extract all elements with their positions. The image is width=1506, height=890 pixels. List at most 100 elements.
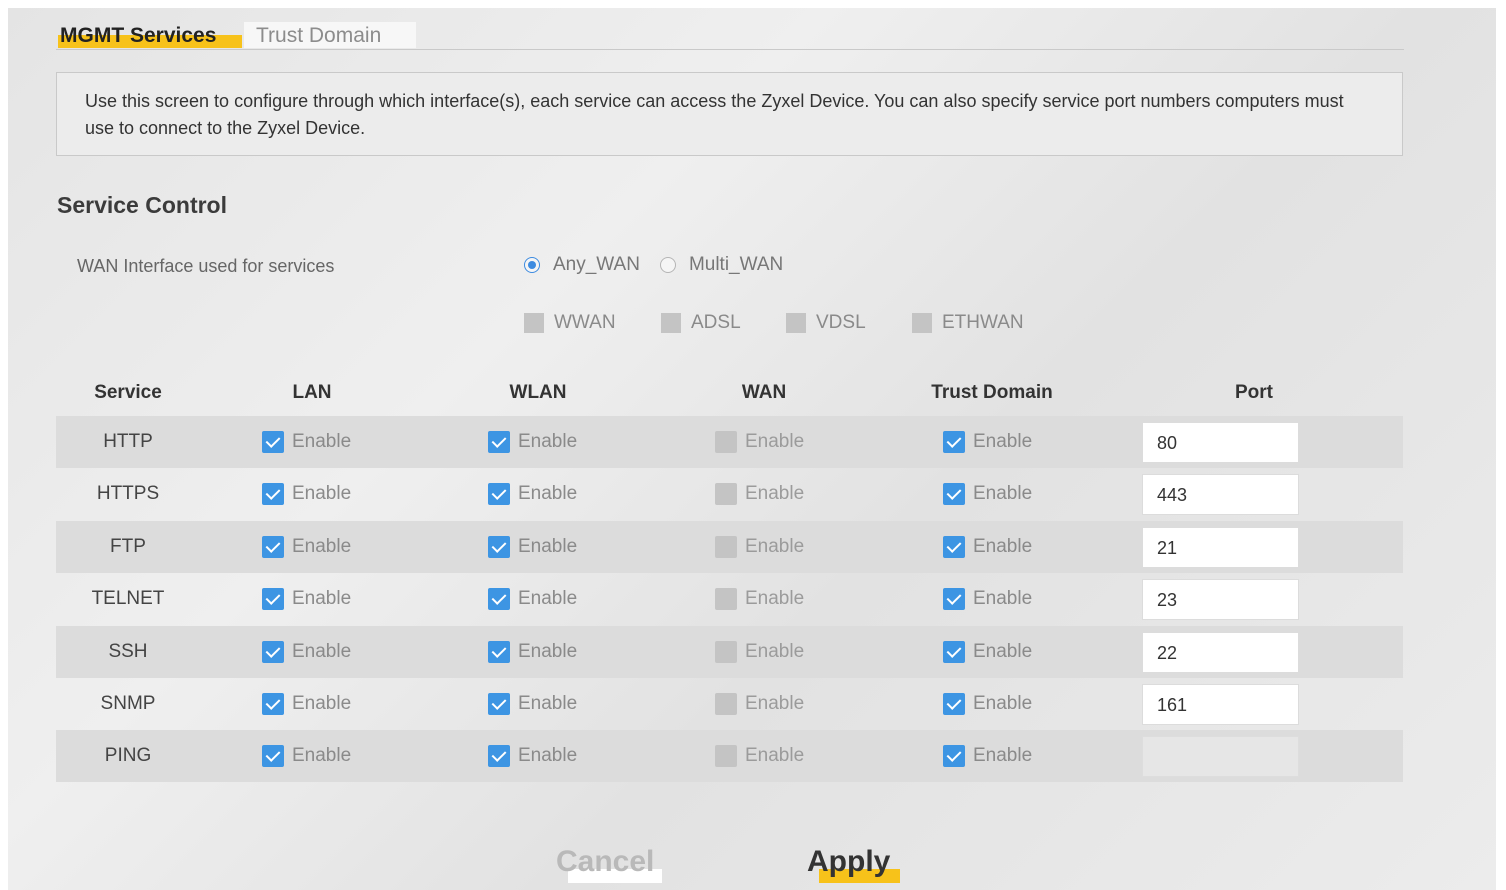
lan-enable[interactable]: Enable (262, 745, 352, 768)
trust-enable-checkbox[interactable] (943, 535, 965, 558)
port-input[interactable]: 22 (1142, 631, 1299, 673)
section-title: Service Control (57, 192, 227, 218)
header-trust-domain: Trust Domain (931, 382, 1053, 403)
cancel-button[interactable]: Cancel (556, 842, 663, 883)
lan-enable-checkbox[interactable] (262, 588, 284, 611)
table-row: TELNET Enable Enable Enable Enable 23 (56, 573, 1403, 625)
apply-button-label: Apply (807, 845, 891, 878)
lan-enable[interactable]: Enable (262, 693, 351, 715)
lan-enable[interactable]: Enable (262, 588, 351, 611)
trust-enable[interactable]: Enable (943, 588, 1033, 611)
lan-enable[interactable]: Enable (262, 535, 351, 558)
trust-enable[interactable]: Enable (943, 693, 1032, 715)
table-row: HTTP Enable Enable Enable Enable 80 (56, 416, 1403, 468)
port-input[interactable]: 21 (1142, 526, 1299, 568)
lan-enable-checkbox[interactable] (262, 535, 284, 558)
wan-type-wwan[interactable]: WWAN (524, 312, 616, 334)
wlan-enable-checkbox[interactable] (488, 431, 510, 453)
wlan-enable-checkbox[interactable] (488, 535, 510, 558)
header-port: Port (1235, 382, 1273, 403)
trust-enable[interactable]: Enable (943, 745, 1033, 768)
lan-enable-checkbox[interactable] (262, 483, 284, 506)
wlan-enable[interactable]: Enable (488, 745, 577, 768)
description-text: Use this screen to configure through whi… (85, 91, 1344, 138)
port-input[interactable]: 443 (1142, 474, 1299, 516)
wlan-enable[interactable]: Enable (488, 588, 578, 611)
lan-enable-checkbox[interactable] (262, 693, 284, 715)
wlan-enable-checkbox[interactable] (488, 640, 510, 663)
apply-button[interactable]: Apply (807, 842, 901, 883)
wwan-checkbox[interactable] (524, 313, 544, 333)
trust-enable-checkbox[interactable] (943, 640, 965, 663)
wlan-enable[interactable]: Enable (488, 693, 577, 715)
radio-multi-wan[interactable] (659, 257, 676, 273)
wan-enable: Enable (715, 693, 804, 715)
wan-interface-radio-group: Any_WAN Multi_WAN (524, 254, 783, 276)
enable-label: Enable (292, 745, 352, 767)
table-row: SSH Enable Enable Enable Enable 22 (56, 625, 1403, 678)
trust-enable[interactable]: Enable (943, 640, 1032, 663)
enable-label: Enable (745, 640, 805, 662)
wlan-enable[interactable]: Enable (488, 483, 577, 506)
wan-enable-checkbox (715, 535, 737, 558)
adsl-checkbox[interactable] (661, 313, 681, 333)
wan-type-ethwan[interactable]: ETHWAN (912, 312, 1024, 334)
lan-enable[interactable]: Enable (262, 431, 351, 453)
lan-enable-checkbox[interactable] (262, 745, 284, 768)
vdsl-checkbox[interactable] (786, 313, 806, 333)
port-input[interactable]: 80 (1142, 422, 1299, 463)
wan-type-vdsl[interactable]: VDSL (786, 312, 866, 334)
wlan-enable-checkbox[interactable] (488, 745, 510, 768)
enable-label: Enable (973, 745, 1033, 767)
lan-enable-checkbox[interactable] (262, 640, 284, 663)
trust-enable-checkbox[interactable] (943, 588, 965, 611)
trust-enable[interactable]: Enable (943, 431, 1032, 453)
wan-type-adsl[interactable]: ADSL (661, 312, 741, 334)
wan-enable: Enable (715, 535, 804, 558)
port-input[interactable]: 161 (1142, 684, 1299, 725)
service-name: SSH (108, 640, 148, 662)
wlan-enable[interactable]: Enable (488, 640, 578, 663)
lan-enable-checkbox[interactable] (262, 431, 284, 453)
wwan-label: WWAN (554, 312, 616, 333)
table-row: PING Enable Enable Enable Enable (56, 730, 1403, 783)
enable-label: Enable (292, 431, 352, 452)
wan-enable-checkbox (715, 483, 737, 506)
wlan-enable-checkbox[interactable] (488, 693, 510, 715)
port-input[interactable]: 23 (1142, 579, 1299, 621)
header-wan: WAN (741, 382, 787, 403)
table-row: SNMP Enable Enable Enable Enable 161 (56, 678, 1403, 730)
page-top-border (0, 0, 1506, 8)
enable-label: Enable (292, 693, 352, 714)
cancel-button-label: Cancel (556, 845, 655, 878)
wlan-enable[interactable]: Enable (488, 431, 577, 453)
table-row: FTP Enable Enable Enable Enable 21 (56, 520, 1403, 573)
enable-label: Enable (518, 588, 578, 610)
wlan-enable-checkbox[interactable] (488, 483, 510, 506)
trust-enable-checkbox[interactable] (943, 693, 965, 715)
wan-enable: Enable (715, 588, 805, 611)
tab-bar: MGMT Services Trust Domain (56, 22, 1404, 50)
wlan-enable[interactable]: Enable (488, 535, 577, 558)
ethwan-checkbox[interactable] (912, 313, 932, 333)
enable-label: Enable (973, 693, 1033, 714)
radio-any-wan[interactable] (524, 257, 540, 273)
service-name: TELNET (91, 588, 165, 610)
tab-trust-domain[interactable]: Trust Domain (244, 22, 416, 48)
enable-label: Enable (745, 588, 805, 610)
wlan-enable-checkbox[interactable] (488, 588, 510, 611)
wan-enable-checkbox (715, 745, 737, 768)
lan-enable[interactable]: Enable (262, 483, 351, 506)
trust-enable-checkbox[interactable] (943, 431, 965, 453)
tab-mgmt-services[interactable]: MGMT Services (58, 22, 242, 48)
lan-enable[interactable]: Enable (262, 640, 351, 663)
trust-enable-checkbox[interactable] (943, 483, 965, 506)
page-right-border (1496, 0, 1506, 890)
trust-enable[interactable]: Enable (943, 535, 1032, 558)
trust-enable[interactable]: Enable (943, 483, 1032, 506)
ethwan-label: ETHWAN (942, 312, 1024, 333)
service-name: FTP (110, 535, 146, 557)
trust-enable-checkbox[interactable] (943, 745, 965, 768)
enable-label: Enable (518, 640, 578, 662)
enable-label: Enable (973, 588, 1033, 610)
